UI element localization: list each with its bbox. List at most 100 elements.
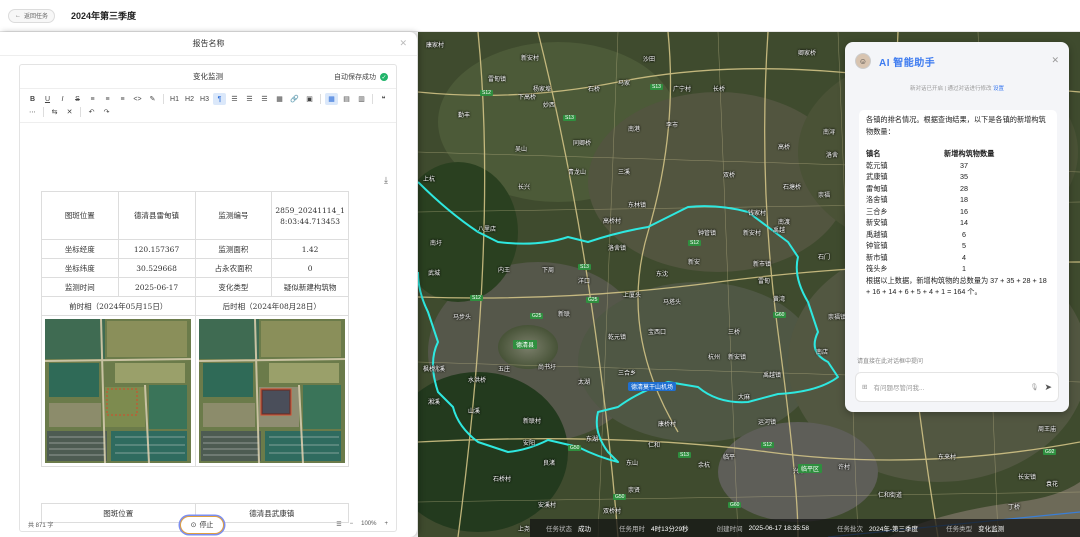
place-label: 东来村: [938, 455, 957, 461]
align-left-button[interactable]: ≡: [86, 93, 99, 105]
place-label: 石塘桥: [783, 185, 802, 191]
place-label: 康家村: [426, 43, 445, 49]
airport-marker[interactable]: 德清莫干山机场: [628, 382, 677, 391]
place-label: 三合乡: [618, 371, 637, 377]
place-label: 高桥: [778, 145, 791, 151]
place-label: 南店: [816, 350, 829, 356]
insert-table-button[interactable]: ▦: [273, 93, 286, 105]
place-label: 双桥村: [603, 509, 622, 515]
table-cell: 30.529668: [117, 258, 196, 278]
table-cell: 疑似新建构筑物: [271, 277, 349, 297]
zoom-in-button[interactable]: +: [384, 521, 388, 527]
road-shield: S12: [480, 90, 493, 96]
heading-2-button[interactable]: H2: [183, 93, 196, 105]
bold-button[interactable]: B: [26, 93, 39, 105]
result-row: 乾元镇 37: [866, 160, 1050, 172]
table-cell: 2859_20241114_18:03:44.713453: [271, 191, 349, 240]
close-icon[interactable]: ✕: [399, 38, 407, 49]
redo-button[interactable]: ↷: [100, 106, 113, 118]
report-panel-header: 报告名称 ✕: [0, 32, 417, 56]
batch-label: 任务批次: [836, 526, 863, 533]
place-label: 南浔: [823, 130, 836, 136]
grid-icon[interactable]: ⊞: [862, 383, 867, 391]
italic-button[interactable]: I: [56, 93, 69, 105]
place-label: 太湖: [578, 380, 591, 386]
arrow-left-icon: ←: [15, 12, 21, 19]
place-label: 仁和街道: [878, 493, 903, 499]
report-table: 图斑位置 德清县雷甸镇 监测编号 2859_20241114_18:03:44.…: [41, 191, 349, 467]
underline-button[interactable]: U: [41, 93, 54, 105]
page-title: 2024年第三季度: [71, 11, 137, 21]
heading-3-button[interactable]: H3: [198, 93, 211, 105]
heading-1-button[interactable]: H1: [168, 93, 181, 105]
highlight-button[interactable]: ✎: [146, 93, 159, 105]
bullet-list-button[interactable]: ☰: [228, 93, 241, 105]
district-label: 德清县: [513, 340, 538, 349]
ai-subtitle-link[interactable]: 设置: [993, 86, 1004, 92]
toolbar-divider: [372, 94, 373, 104]
ordered-list-button[interactable]: ☰: [243, 93, 256, 105]
table-cell: 监测编号: [194, 191, 273, 240]
result-list: 乾元镇 37 武康镇 35 雷甸镇 28 洛舍镇 18 三合乡 16 新安镇 14 禹越镇 6 钟管镇 5 新市…: [866, 160, 1050, 275]
send-icon[interactable]: ➤: [1044, 382, 1052, 393]
undo-button[interactable]: ↶: [85, 106, 98, 118]
place-label: 临平: [723, 455, 736, 461]
duration-value: 4时13分29秒: [651, 526, 689, 533]
place-label: 新安: [688, 260, 701, 266]
town-name: 筏头乡: [866, 264, 888, 273]
place-label: 运河镇: [758, 420, 777, 426]
col-count: 新增构筑物数量: [944, 149, 995, 158]
line-break-button[interactable]: ⇆: [48, 106, 61, 118]
place-label: 禹越镇: [763, 373, 782, 379]
table-button[interactable]: ▦: [325, 93, 338, 105]
table-row-button[interactable]: ▤: [340, 93, 353, 105]
town-count: 18: [960, 195, 968, 204]
paragraph-button[interactable]: ¶: [213, 93, 226, 105]
zoom-out-button[interactable]: −: [350, 521, 354, 527]
after-satellite-image: [198, 319, 345, 463]
microphone-icon[interactable]: 🎙: [1030, 383, 1038, 391]
quote-button[interactable]: ❝: [377, 93, 390, 105]
editor-toolbar: B U I S ≡ ≡ ≡ <> ✎ H1 H2 H3 ¶ ☰ ☰ ☰ ▦ 🔗 …: [20, 89, 396, 123]
road-shield: G60: [728, 502, 742, 508]
place-label: 李市: [666, 123, 679, 129]
align-center-button[interactable]: ≡: [101, 93, 114, 105]
table-cell: 坐标纬度: [41, 258, 119, 278]
place-label: 双桥: [723, 173, 736, 179]
align-right-button[interactable]: ≡: [116, 93, 129, 105]
top-bar: ← 返回任务 2024年第三季度: [0, 0, 1080, 32]
status-bar: 任务状态 成功 任务用时 4时13分29秒 创建时间 2025-06-17 18…: [530, 519, 1080, 537]
table-col-button[interactable]: ▥: [355, 93, 368, 105]
road-shield: S13: [563, 115, 576, 121]
download-icon[interactable]: ⤓: [384, 175, 388, 186]
town-count: 5: [962, 241, 966, 250]
place-label: 余杭: [698, 463, 711, 469]
strikethrough-button[interactable]: S: [71, 93, 84, 105]
report-name-title: 报告名称: [192, 39, 225, 48]
back-button[interactable]: ← 返回任务: [8, 8, 56, 23]
place-label: 南圩: [430, 241, 443, 247]
image-button[interactable]: ▣: [303, 93, 316, 105]
outline-icon[interactable]: ☰: [336, 521, 341, 528]
place-label: 洋口: [578, 279, 591, 285]
close-icon[interactable]: ✕: [1051, 55, 1059, 66]
clear-format-button[interactable]: ✕: [63, 106, 76, 118]
place-label: 钟管镇: [698, 231, 717, 237]
batch-value: 2024年-第三季度: [868, 526, 919, 533]
place-label: 新市镇: [753, 262, 772, 268]
place-label: 湘溪: [428, 400, 441, 406]
town-name: 乾元镇: [866, 160, 888, 170]
place-label: 妙西: [543, 103, 556, 109]
col-town: 镇名: [866, 149, 881, 158]
place-label: 周王庙: [1038, 427, 1057, 433]
horizontal-rule-button[interactable]: ⋯: [26, 106, 39, 118]
link-button[interactable]: 🔗: [288, 93, 301, 105]
result-row: 筏头乡 1: [866, 263, 1050, 275]
code-button[interactable]: <>: [131, 93, 144, 105]
chat-input[interactable]: ⊞ 有问题尽管问我... 🎙 ➤: [855, 372, 1059, 402]
town-name: 新市镇: [866, 252, 888, 262]
road-shield: S12: [761, 442, 774, 448]
table-row: 监测时间 2025-06-17 变化类型 疑似新建构筑物: [41, 277, 349, 297]
task-list-button[interactable]: ☰: [258, 93, 271, 105]
result-row: 三合乡 16: [866, 206, 1050, 218]
